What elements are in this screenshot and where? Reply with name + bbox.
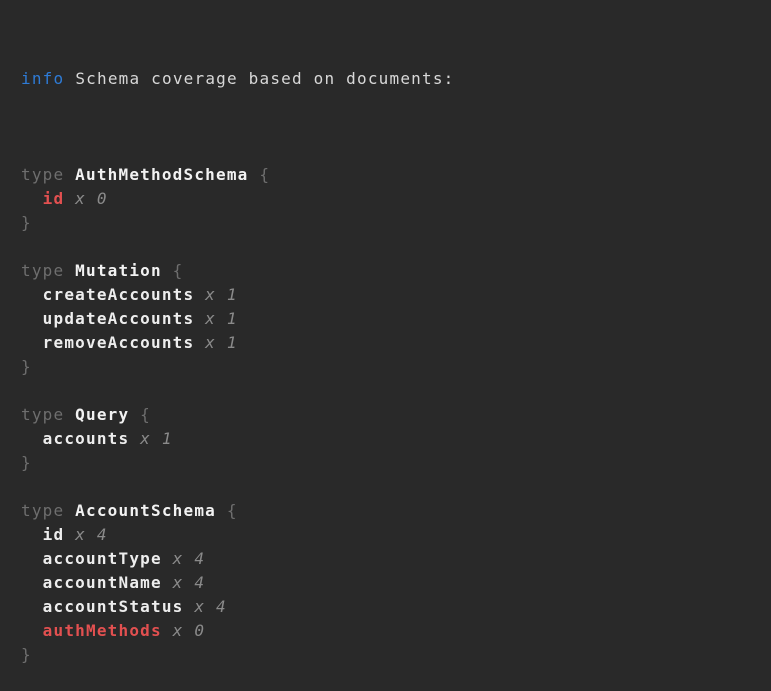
open-brace: { <box>249 165 271 184</box>
type-name: AuthMethodSchema <box>75 165 248 184</box>
field-line: authMethods x 0 <box>21 619 761 643</box>
close-brace: } <box>21 645 32 664</box>
type-name: AccountSchema <box>75 501 216 520</box>
type-declaration-line: type AuthMethodSchema { <box>21 163 761 187</box>
type-keyword: type <box>21 501 75 520</box>
close-brace-line: } <box>21 211 761 235</box>
field-count: x 0 <box>64 189 107 208</box>
open-brace: { <box>162 261 184 280</box>
field-count: x 4 <box>162 549 205 568</box>
type-declaration-line: type Query { <box>21 403 761 427</box>
field-name: removeAccounts <box>21 333 194 352</box>
type-name: Query <box>75 405 129 424</box>
open-brace: { <box>216 501 238 520</box>
type-blocks: type AuthMethodSchema { id x 0}type Muta… <box>21 139 761 667</box>
type-block: type AccountSchema { id x 4 accountType … <box>21 475 761 667</box>
field-count: x 1 <box>194 309 237 328</box>
terminal-output[interactable]: infoSchema coverage based on documents: … <box>0 0 771 576</box>
field-count: x 4 <box>64 525 107 544</box>
field-name: accounts <box>21 429 129 448</box>
field-count: x 4 <box>184 597 227 616</box>
close-brace: } <box>21 213 32 232</box>
blank-line <box>21 379 761 403</box>
field-name: accountStatus <box>21 597 184 616</box>
blank-line <box>21 235 761 259</box>
field-name: authMethods <box>21 621 162 640</box>
info-tag: info <box>21 69 64 88</box>
field-line: id x 4 <box>21 523 761 547</box>
field-line: accounts x 1 <box>21 427 761 451</box>
type-keyword: type <box>21 165 75 184</box>
field-count: x 1 <box>129 429 172 448</box>
field-name: id <box>21 525 64 544</box>
close-brace: } <box>21 357 32 376</box>
field-line: createAccounts x 1 <box>21 283 761 307</box>
close-brace-line: } <box>21 643 761 667</box>
field-line: updateAccounts x 1 <box>21 307 761 331</box>
field-line: accountStatus x 4 <box>21 595 761 619</box>
field-name: accountType <box>21 549 162 568</box>
field-count: x 1 <box>194 285 237 304</box>
type-block: type Mutation { createAccounts x 1 updat… <box>21 235 761 379</box>
field-line: accountName x 4 <box>21 571 761 595</box>
type-declaration-line: type Mutation { <box>21 259 761 283</box>
close-brace-line: } <box>21 451 761 475</box>
field-name: createAccounts <box>21 285 194 304</box>
field-name: id <box>21 189 64 208</box>
close-brace: } <box>21 453 32 472</box>
type-keyword: type <box>21 261 75 280</box>
field-line: accountType x 4 <box>21 547 761 571</box>
type-block: type AuthMethodSchema { id x 0} <box>21 139 761 235</box>
field-name: updateAccounts <box>21 309 194 328</box>
type-name: Mutation <box>75 261 162 280</box>
field-line: removeAccounts x 1 <box>21 331 761 355</box>
blank-line <box>21 139 761 163</box>
field-line: id x 0 <box>21 187 761 211</box>
type-block: type Query { accounts x 1} <box>21 379 761 475</box>
field-count: x 1 <box>194 333 237 352</box>
close-brace-line: } <box>21 355 761 379</box>
type-keyword: type <box>21 405 75 424</box>
coverage-header: info Schema coverage based on documents: <box>21 67 761 91</box>
open-brace: { <box>129 405 151 424</box>
blank-line <box>21 475 761 499</box>
type-declaration-line: type AccountSchema { <box>21 499 761 523</box>
coverage-header-message: Schema coverage based on documents: <box>75 69 454 88</box>
field-count: x 0 <box>162 621 205 640</box>
